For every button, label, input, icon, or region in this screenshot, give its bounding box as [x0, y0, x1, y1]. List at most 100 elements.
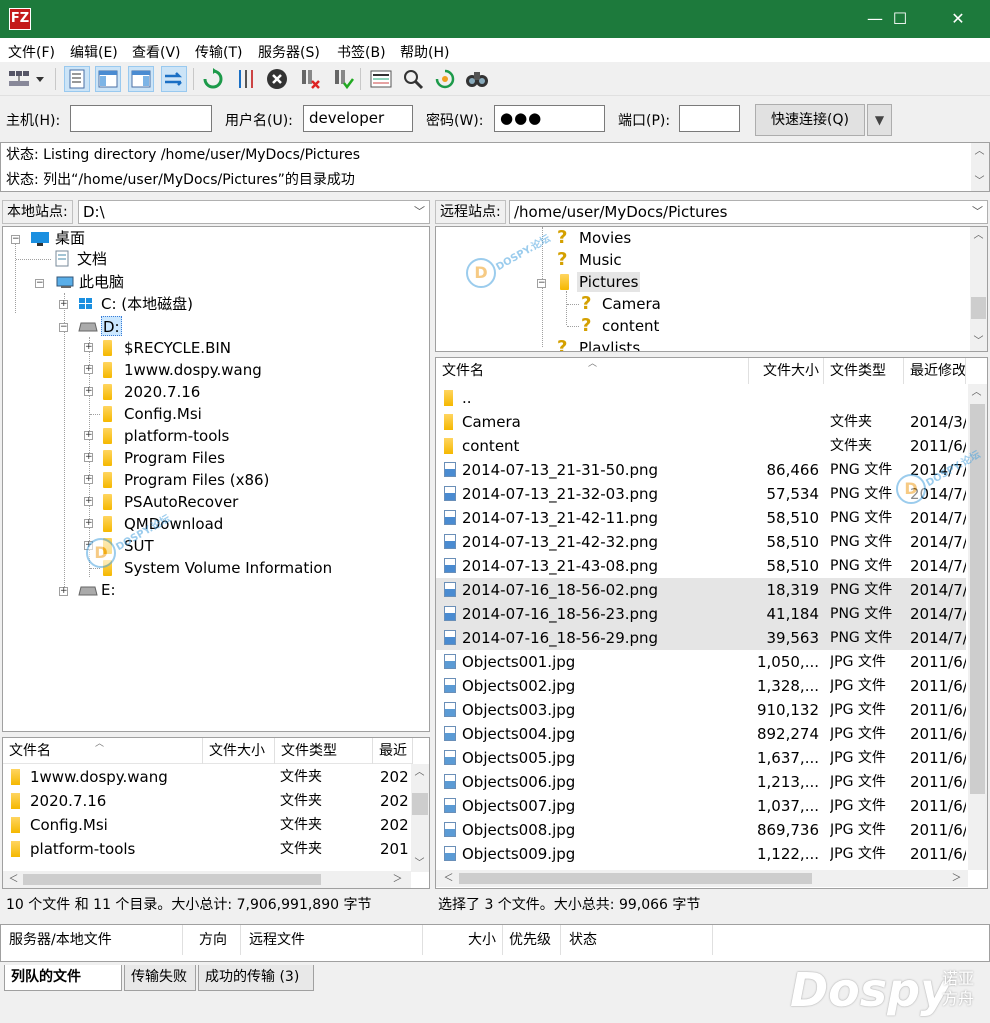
menu-transfer[interactable]: 传输(T): [195, 42, 242, 62]
remote-path-combo[interactable]: /home/user/MyDocs/Pictures ﹀: [509, 200, 988, 224]
remote-tree-item-movies[interactable]: Movies: [579, 228, 631, 248]
remote-tree-item-playlists[interactable]: Playlists: [579, 338, 640, 351]
expand-toggle-icon[interactable]: +: [84, 431, 93, 440]
menu-view[interactable]: 查看(V): [132, 42, 181, 62]
column-header-modified[interactable]: 最近: [373, 738, 413, 764]
tree-item-folder[interactable]: System Volume Information: [124, 558, 332, 578]
tab-successful-transfers[interactable]: 成功的传输 (3): [198, 965, 314, 991]
scroll-up-arrow-icon[interactable]: ︿: [411, 764, 428, 781]
expand-toggle-icon[interactable]: +: [84, 519, 93, 528]
sync-browsing-icon[interactable]: [400, 66, 426, 92]
reconnect-icon[interactable]: [330, 66, 356, 92]
tree-item-desktop[interactable]: 桌面: [55, 228, 85, 248]
tree-item-folder[interactable]: 2020.7.16: [124, 382, 200, 402]
refresh-icon[interactable]: [200, 66, 226, 92]
table-row[interactable]: Objects005.jpg 1,637,... JPG 文件 2011/6/: [436, 746, 966, 770]
table-row[interactable]: Objects008.jpg 869,736 JPG 文件 2011/6/: [436, 818, 966, 842]
table-row[interactable]: platform-tools 文件夹 201: [3, 837, 409, 861]
column-header-filetype[interactable]: 文件类型: [824, 358, 904, 384]
scroll-up-arrow-icon[interactable]: ︿: [968, 384, 985, 401]
tree-item-c-drive[interactable]: C: (本地磁盘): [101, 294, 193, 314]
tree-item-folder[interactable]: $RECYCLE.BIN: [124, 338, 231, 358]
remote-tree-scrollbar[interactable]: ︿ ﹀: [970, 227, 987, 351]
collapse-toggle-icon[interactable]: −: [537, 279, 546, 288]
quickconnect-history-dropdown[interactable]: ▼: [867, 104, 892, 136]
remote-tree-item-camera[interactable]: Camera: [602, 294, 661, 314]
tree-item-folder[interactable]: Config.Msi: [124, 404, 202, 424]
scroll-down-arrow-icon[interactable]: ﹀: [970, 333, 987, 350]
directory-comparison-icon[interactable]: [368, 66, 394, 92]
scroll-thumb[interactable]: [412, 793, 428, 815]
table-row[interactable]: 2014-07-13_21-32-03.png 57,534 PNG 文件 2014/…: [436, 482, 966, 506]
toggle-remote-tree-icon[interactable]: [128, 66, 154, 92]
table-row[interactable]: 1www.dospy.wang 文件夹 202: [3, 765, 409, 789]
table-row[interactable]: Objects007.jpg 1,037,... JPG 文件 2011/6/: [436, 794, 966, 818]
maximize-button[interactable]: ☐: [877, 0, 923, 38]
table-row[interactable]: Objects009.jpg 1,122,... JPG 文件 2011/6/: [436, 842, 966, 866]
remote-tree-item-pictures[interactable]: Pictures: [577, 272, 641, 292]
scroll-thumb[interactable]: [459, 873, 812, 884]
scroll-thumb[interactable]: [23, 874, 321, 885]
menu-bookmarks[interactable]: 书签(B): [337, 42, 386, 62]
remote-tree-item-content[interactable]: content: [602, 316, 659, 336]
scroll-right-arrow-icon[interactable]: ＞: [389, 871, 406, 888]
close-button[interactable]: ✕: [935, 0, 981, 38]
tree-item-this-pc[interactable]: 此电脑: [79, 272, 124, 292]
table-row[interactable]: 2014-07-16_18-56-23.png 41,184 PNG 文件 2014/…: [436, 602, 966, 626]
host-input[interactable]: [70, 105, 212, 132]
table-row[interactable]: content 文件夹 2011/6/: [436, 434, 966, 458]
tab-queued-files[interactable]: 列队的文件: [4, 965, 122, 991]
quickconnect-button[interactable]: 快速连接(Q): [755, 104, 865, 136]
process-queue-icon[interactable]: [233, 66, 259, 92]
table-row[interactable]: Objects002.jpg 1,328,... JPG 文件 2011/6/: [436, 674, 966, 698]
table-row[interactable]: Objects006.jpg 1,213,... JPG 文件 2011/6/: [436, 770, 966, 794]
table-row[interactable]: Objects001.jpg 1,050,... JPG 文件 2011/6/: [436, 650, 966, 674]
tree-item-folder[interactable]: PSAutoRecover: [124, 492, 238, 512]
column-header-filesize[interactable]: 文件大小: [203, 738, 275, 764]
expand-toggle-icon[interactable]: +: [84, 387, 93, 396]
queue-column-priority[interactable]: 优先级: [503, 925, 561, 955]
table-row[interactable]: 2020.7.16 文件夹 202: [3, 789, 409, 813]
password-input[interactable]: ●●●: [494, 105, 605, 132]
menu-file[interactable]: 文件(F): [8, 42, 55, 62]
collapse-toggle-icon[interactable]: −: [59, 323, 68, 332]
tree-item-folder[interactable]: 1www.dospy.wang: [124, 360, 262, 380]
log-scrollbar[interactable]: ︿ ﹀: [971, 143, 989, 191]
table-row[interactable]: 2014-07-13_21-43-08.png 58,510 PNG 文件 2014/…: [436, 554, 966, 578]
disconnect-icon[interactable]: [297, 66, 323, 92]
table-row[interactable]: Camera 文件夹 2014/3/: [436, 410, 966, 434]
expand-toggle-icon[interactable]: +: [84, 453, 93, 462]
local-list-scrollbar[interactable]: ︿ ﹀: [411, 764, 429, 872]
scroll-up-arrow-icon[interactable]: ︿: [970, 227, 987, 244]
chevron-down-icon[interactable]: ﹀: [414, 201, 425, 223]
menu-help[interactable]: 帮助(H): [400, 42, 449, 62]
expand-toggle-icon[interactable]: +: [59, 300, 68, 309]
table-row[interactable]: 2014-07-13_21-42-32.png 58,510 PNG 文件 2014/…: [436, 530, 966, 554]
expand-toggle-icon[interactable]: +: [84, 365, 93, 374]
tree-item-documents[interactable]: 文档: [77, 249, 107, 269]
expand-toggle-icon[interactable]: +: [84, 475, 93, 484]
queue-column-size[interactable]: 大小: [423, 925, 503, 955]
scroll-left-arrow-icon[interactable]: ＜: [5, 871, 22, 888]
remote-tree-item-music[interactable]: Music: [579, 250, 622, 270]
collapse-toggle-icon[interactable]: −: [35, 279, 44, 288]
cancel-icon[interactable]: [264, 66, 290, 92]
toggle-local-tree-icon[interactable]: [95, 66, 121, 92]
tree-item-folder[interactable]: platform-tools: [124, 426, 229, 446]
menu-server[interactable]: 服务器(S): [258, 42, 320, 62]
expand-toggle-icon[interactable]: +: [59, 587, 68, 596]
local-list-hscrollbar[interactable]: ＜ ＞: [3, 871, 411, 888]
port-input[interactable]: [679, 105, 740, 132]
queue-column-status[interactable]: 状态: [561, 925, 713, 955]
table-row[interactable]: ..: [436, 386, 966, 410]
queue-column-direction[interactable]: 方向: [183, 925, 241, 955]
site-manager-icon[interactable]: [6, 66, 32, 92]
queue-column-remote-file[interactable]: 远程文件: [241, 925, 423, 955]
expand-toggle-icon[interactable]: +: [84, 343, 93, 352]
table-row[interactable]: 2014-07-13_21-31-50.png 86,466 PNG 文件 2014/…: [436, 458, 966, 482]
username-input[interactable]: developer: [303, 105, 413, 132]
scroll-down-arrow-icon[interactable]: ﹀: [971, 173, 988, 190]
toggle-message-log-icon[interactable]: [64, 66, 90, 92]
dropdown-arrow-icon[interactable]: [33, 66, 47, 92]
scroll-thumb[interactable]: [971, 297, 986, 319]
